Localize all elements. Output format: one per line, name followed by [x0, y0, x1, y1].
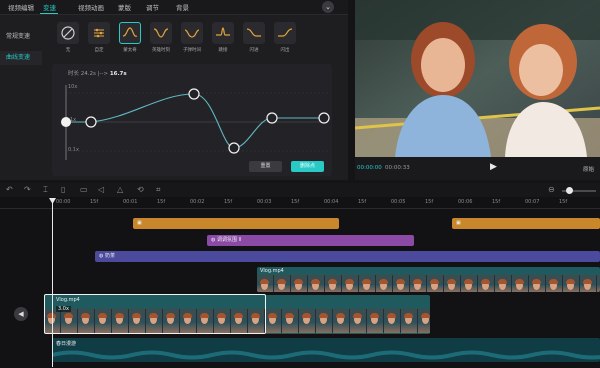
flip-icon[interactable]: △ — [117, 185, 123, 194]
player-controls: 00:00:00 00:00:33 ▶ 原始 — [355, 160, 600, 176]
selected-clip-outline[interactable] — [44, 294, 266, 334]
ruler-tick: 15f — [425, 199, 434, 205]
timeline-toolbar — [0, 183, 600, 197]
crop-icon[interactable]: ⌗ — [156, 185, 161, 195]
audio-clip[interactable]: 春日漫游 — [52, 338, 600, 362]
ruler-tick: 15f — [358, 199, 367, 205]
video-preview — [355, 0, 600, 157]
ruler-tick: 00:07 — [525, 199, 540, 205]
overlay-clip-label: Vlog.mp4 — [260, 268, 284, 274]
text-clip-label: 奶茶 — [104, 253, 115, 259]
mirror-icon[interactable]: ◁ — [98, 185, 104, 194]
ruler-tick: 15f — [492, 199, 501, 205]
curve-point[interactable] — [61, 117, 71, 127]
overlay-thumbnails — [257, 275, 600, 292]
ruler-tick: 15f — [291, 199, 300, 205]
zoom-slider-handle[interactable] — [566, 187, 573, 194]
curve-point[interactable] — [188, 88, 200, 100]
redo-icon[interactable]: ↷ — [24, 185, 31, 194]
ruler-tick: 00:02 — [190, 199, 205, 205]
ruler-tick: 15f — [559, 199, 568, 205]
reset-button[interactable]: 重置 — [249, 161, 282, 172]
curve-point[interactable] — [266, 112, 278, 124]
rotate-icon[interactable]: ⟲ — [137, 185, 144, 194]
sticker-icon: ▣ — [456, 220, 461, 226]
curve-point[interactable] — [228, 142, 240, 154]
freeze-icon[interactable]: ▭ — [80, 185, 88, 194]
sticker-icon: ▣ — [137, 220, 142, 226]
ruler-tick: 00:03 — [257, 199, 272, 205]
volume-icon[interactable]: ◀ — [14, 307, 28, 321]
filter-clip[interactable]: ◍ 调调氛围 II — [207, 235, 414, 246]
ruler-tick: 15f — [157, 199, 166, 205]
play-icon[interactable]: ▶ — [490, 162, 497, 172]
ratio-button[interactable]: 原始 — [583, 165, 594, 173]
delete-icon[interactable]: ▯ — [61, 185, 65, 194]
preview-frame — [355, 0, 600, 157]
overlay-video-clip[interactable]: Vlog.mp4 — [257, 267, 600, 292]
ruler-tick: 15f — [224, 199, 233, 205]
total-time: 00:00:33 — [385, 165, 410, 171]
sticker-clip[interactable]: ▣ — [452, 218, 600, 229]
curve-point[interactable] — [318, 112, 330, 124]
ruler-tick: 00:04 — [324, 199, 339, 205]
text-clip[interactable]: ◍ 奶茶 — [95, 251, 600, 262]
zoom-out-icon[interactable]: ⊖ — [548, 185, 555, 194]
delete-point-button[interactable]: 删除点 — [291, 161, 324, 172]
ruler-tick: 00:00 — [56, 199, 71, 205]
ruler-tick: 00:01 — [123, 199, 138, 205]
speed-curve-graph[interactable] — [0, 0, 348, 180]
ruler-tick: 00:06 — [458, 199, 473, 205]
playhead[interactable] — [52, 198, 53, 367]
undo-icon[interactable]: ↶ — [6, 185, 13, 194]
current-time: 00:00:00 — [357, 165, 382, 171]
ruler-tick: 15f — [90, 199, 99, 205]
ruler-tick: 00:05 — [391, 199, 406, 205]
audio-waveform — [52, 350, 600, 360]
split-icon[interactable]: ⌶ — [43, 185, 48, 195]
curve-point[interactable] — [85, 116, 97, 128]
sticker-clip[interactable]: ▣ — [133, 218, 339, 229]
audio-clip-label: 春日漫游 — [56, 341, 77, 347]
filter-clip-label: 调调氛围 II — [216, 237, 242, 243]
